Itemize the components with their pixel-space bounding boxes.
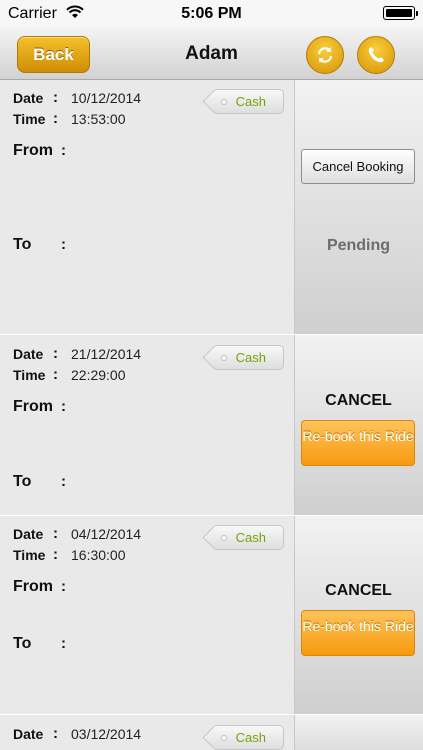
- page-title: Adam: [185, 43, 238, 64]
- to-colon: :: [61, 635, 66, 652]
- booking-row[interactable]: Date : 03/12/2014 Time Cash: [0, 715, 423, 750]
- booking-row[interactable]: Date : 10/12/2014 Time : 13:53:00 Cash F…: [0, 80, 423, 335]
- payment-tag: Cash: [214, 725, 284, 750]
- date-colon: :: [53, 345, 58, 362]
- navigation-bar: Back Adam: [0, 27, 423, 80]
- phone-icon: [368, 47, 384, 63]
- booking-row[interactable]: Date : 21/12/2014 Time : 22:29:00 Cash F…: [0, 335, 423, 516]
- rebook-button[interactable]: Re-book this Ride: [301, 610, 415, 656]
- to-label: To: [13, 635, 32, 652]
- time-value: 22:29:00: [71, 367, 126, 383]
- date-value: 21/12/2014: [71, 346, 142, 362]
- date-label: Date: [13, 90, 44, 106]
- refresh-button[interactable]: [306, 36, 344, 74]
- payment-label: Cash: [235, 94, 266, 109]
- booking-action-panel: [294, 80, 423, 334]
- from-label: From: [13, 578, 53, 595]
- date-value: 10/12/2014: [71, 90, 142, 106]
- date-colon: :: [53, 89, 58, 106]
- from-label: From: [13, 142, 53, 159]
- refresh-icon: [317, 47, 333, 63]
- payment-label: Cash: [235, 530, 266, 545]
- from-colon: :: [61, 578, 66, 595]
- date-value: 03/12/2014: [71, 726, 142, 742]
- time-colon: :: [53, 366, 58, 383]
- battery-icon: [383, 6, 418, 20]
- rebook-button[interactable]: Re-book this Ride: [301, 420, 415, 466]
- booking-row[interactable]: Date : 04/12/2014 Time : 16:30:00 Cash F…: [0, 516, 423, 715]
- from-colon: :: [61, 142, 66, 159]
- booking-list[interactable]: Date : 10/12/2014 Time : 13:53:00 Cash F…: [0, 80, 423, 750]
- date-colon: :: [53, 725, 58, 742]
- status-label: Pending: [326, 237, 391, 254]
- to-label: To: [13, 236, 32, 253]
- payment-label: Cash: [235, 350, 266, 365]
- from-label: From: [13, 398, 53, 415]
- status-label: CANCEL: [325, 582, 392, 599]
- time-colon: :: [53, 110, 58, 127]
- from-colon: :: [61, 398, 66, 415]
- date-label: Date: [13, 346, 44, 362]
- time-value: 16:30:00: [71, 547, 126, 563]
- payment-tag: Cash: [214, 345, 284, 370]
- status-label: CANCEL: [325, 392, 392, 409]
- to-label: To: [13, 473, 32, 490]
- time-label: Time: [13, 367, 46, 383]
- date-label: Date: [13, 726, 44, 742]
- clock: 5:06 PM: [181, 5, 242, 22]
- booking-action-panel: [294, 715, 423, 750]
- date-value: 04/12/2014: [71, 526, 142, 542]
- cancel-booking-button[interactable]: Cancel Booking: [301, 149, 415, 184]
- payment-tag: Cash: [214, 525, 284, 550]
- to-colon: :: [61, 473, 66, 490]
- call-button[interactable]: [357, 36, 395, 74]
- date-label: Date: [13, 526, 44, 542]
- time-label: Time: [13, 111, 46, 127]
- payment-label: Cash: [235, 730, 266, 745]
- date-colon: :: [53, 525, 58, 542]
- time-value: 13:53:00: [71, 111, 126, 127]
- payment-tag: Cash: [214, 89, 284, 114]
- back-button[interactable]: Back: [17, 36, 90, 73]
- to-colon: :: [61, 236, 66, 253]
- time-label: Time: [13, 547, 46, 563]
- time-colon: :: [53, 546, 58, 563]
- status-bar: Carrier 5:06 PM: [0, 0, 423, 27]
